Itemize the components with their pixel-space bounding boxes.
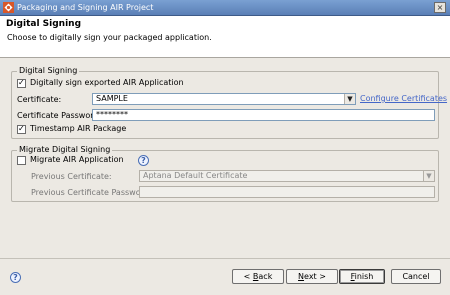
migrate-checkbox[interactable]: [17, 156, 26, 165]
previous-certificate-value: Aptana Default Certificate: [143, 171, 248, 180]
window-title: Packaging and Signing AIR Project: [17, 3, 154, 12]
certificate-label: Certificate:: [17, 95, 62, 104]
back-button[interactable]: < Back: [232, 269, 284, 284]
back-button-prefix: <: [243, 272, 253, 281]
dropdown-arrow-icon[interactable]: ▼: [344, 94, 355, 104]
migrate-signing-group-label: Migrate Digital Signing: [17, 145, 113, 154]
certificate-select[interactable]: SAMPLE ▼: [92, 93, 356, 105]
certificate-value: SAMPLE: [96, 94, 128, 103]
finish-button[interactable]: Finish: [339, 269, 385, 284]
password-value: ********: [96, 110, 128, 119]
page-title: Digital Signing: [6, 19, 82, 29]
back-button-label: ack: [258, 272, 273, 281]
previous-certificate-label: Previous Certificate:: [31, 172, 112, 181]
app-icon: [3, 2, 14, 13]
help-icon[interactable]: ?: [138, 155, 149, 166]
cancel-button[interactable]: Cancel: [391, 269, 441, 284]
migrate-checkbox-label: Migrate AIR Application: [30, 155, 124, 164]
page-description: Choose to digitally sign your packaged a…: [7, 33, 212, 42]
close-icon[interactable]: ×: [434, 2, 446, 13]
dropdown-arrow-icon[interactable]: ▼: [423, 171, 434, 181]
password-label: Certificate Password:: [17, 111, 102, 120]
timestamp-checkbox-label: Timestamp AIR Package: [30, 124, 127, 133]
certificate-password-field[interactable]: ********: [92, 109, 435, 121]
previous-certificate-select[interactable]: Aptana Default Certificate ▼: [139, 170, 435, 182]
help-icon[interactable]: ?: [10, 272, 21, 283]
configure-certificates-link[interactable]: Configure Certificates: [360, 94, 447, 103]
sign-checkbox[interactable]: [17, 78, 26, 88]
previous-password-label: Previous Certificate Password:: [31, 188, 152, 197]
finish-button-label: inish: [354, 272, 374, 281]
next-button-label: ext >: [304, 272, 326, 281]
next-button[interactable]: Next >: [286, 269, 338, 284]
timestamp-checkbox[interactable]: [17, 124, 26, 134]
digital-signing-group-label: Digital Signing: [17, 66, 80, 75]
footer-separator: [0, 258, 450, 259]
sign-checkbox-label: Digitally sign exported AIR Application: [30, 78, 184, 87]
previous-password-field[interactable]: [139, 186, 435, 198]
